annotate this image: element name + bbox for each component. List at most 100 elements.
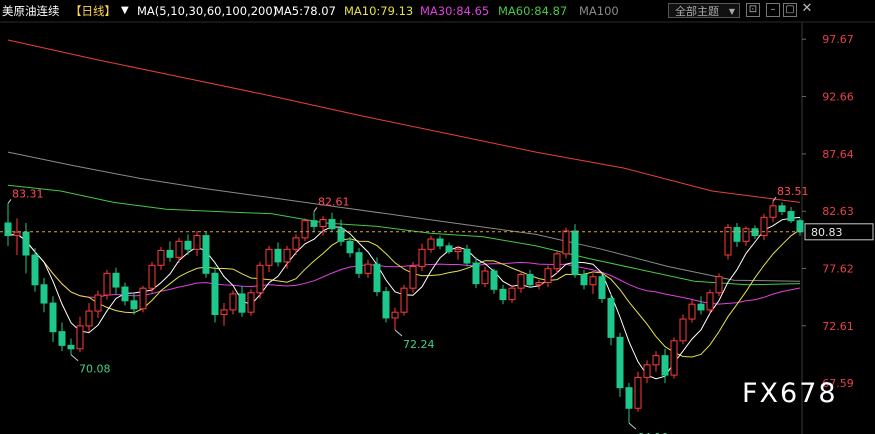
candle-up — [283, 248, 291, 263]
candle-up — [634, 376, 642, 409]
candle-up — [220, 309, 228, 315]
candle-up — [139, 287, 147, 310]
candle-up — [103, 272, 111, 296]
candle-up — [742, 228, 750, 242]
candle-up — [247, 292, 255, 313]
candle-up — [427, 238, 435, 250]
watermark: FX678 — [742, 378, 838, 409]
candle-up — [301, 220, 309, 239]
candle-down — [58, 331, 66, 346]
candlestick-chart[interactable]: 97.6792.6687.6482.6377.6272.6167.5980.83… — [0, 0, 875, 434]
extreme-pointer — [70, 354, 79, 362]
candle-up — [13, 231, 21, 237]
candle-down — [616, 336, 624, 389]
candle-up — [175, 240, 183, 258]
candle-up — [229, 293, 237, 311]
candle-up — [76, 325, 84, 350]
candle-up — [148, 264, 156, 289]
candle-down — [382, 291, 390, 319]
candle-up — [256, 264, 264, 294]
candle-up — [688, 303, 696, 320]
candle-down — [121, 286, 129, 302]
candle-up — [670, 340, 678, 376]
candle-down — [499, 288, 507, 301]
y-tick-label: 92.66 — [822, 91, 854, 104]
candle-up — [94, 294, 102, 312]
candle-up — [508, 287, 516, 301]
candle-down — [778, 205, 786, 213]
y-tick-label: 72.61 — [822, 320, 854, 333]
candle-down — [130, 300, 138, 310]
ma200-line — [7, 39, 801, 203]
candle-down — [238, 293, 246, 313]
candle-up — [319, 219, 327, 227]
candle-up — [391, 311, 399, 319]
candle-up — [454, 248, 462, 253]
candle-up — [292, 237, 300, 250]
candle-down — [310, 220, 318, 227]
candle-up — [589, 276, 597, 286]
candle-down — [67, 344, 75, 350]
candle-up — [652, 355, 660, 366]
ma60-line — [7, 184, 801, 286]
low-label: 72.24 — [403, 338, 435, 351]
candle-down — [274, 248, 282, 263]
high-label: 82.61 — [318, 195, 350, 208]
candle-up — [85, 310, 93, 327]
candle-down — [526, 273, 534, 286]
candle-up — [544, 268, 552, 283]
candle-down — [31, 254, 39, 286]
candle-down — [328, 219, 336, 230]
candle-down — [787, 211, 795, 222]
candle-down — [373, 263, 381, 293]
candle-down — [436, 238, 444, 247]
candle-down — [355, 252, 363, 274]
extreme-pointer — [628, 422, 637, 430]
candle-down — [661, 355, 669, 376]
candle-down — [607, 297, 615, 338]
candle-up — [706, 292, 714, 311]
candle-down — [40, 284, 48, 304]
candle-down — [202, 235, 210, 274]
candle-down — [211, 272, 219, 315]
candle-down — [346, 240, 354, 254]
extreme-pointer — [7, 199, 12, 204]
candle-down — [445, 245, 453, 253]
candle-up — [715, 276, 723, 294]
candle-down — [598, 276, 606, 299]
candle-up — [760, 216, 768, 237]
candle-down — [571, 230, 579, 275]
candle-up — [679, 318, 687, 342]
candle-down — [4, 222, 12, 237]
candle-up — [517, 273, 525, 289]
extreme-pointer — [313, 207, 318, 212]
candle-down — [697, 303, 705, 311]
candle-up — [193, 235, 201, 250]
y-tick-label: 87.64 — [822, 148, 854, 161]
candle-down — [733, 227, 741, 242]
ma100-line — [7, 151, 801, 282]
candle-down — [166, 249, 174, 258]
candle-up — [481, 270, 489, 285]
candle-down — [49, 302, 57, 333]
y-tick-label: 77.62 — [822, 263, 854, 276]
high-label: 83.31 — [12, 187, 44, 200]
candle-down — [337, 228, 345, 242]
candle-down — [796, 220, 804, 233]
candle-up — [157, 249, 165, 266]
candle-up — [535, 281, 543, 286]
candle-up — [562, 230, 570, 255]
y-tick-label: 97.67 — [822, 33, 854, 46]
high-label: 83.51 — [777, 185, 809, 198]
candle-down — [184, 240, 192, 250]
y-tick-label: 82.63 — [822, 205, 854, 218]
candle-up — [769, 205, 777, 218]
candle-down — [22, 231, 30, 256]
candle-down — [490, 270, 498, 290]
extreme-pointer — [394, 329, 403, 337]
candle-down — [472, 262, 480, 285]
candle-up — [364, 263, 372, 274]
candle-up — [400, 287, 408, 313]
candle-down — [580, 273, 588, 286]
candle-up — [418, 248, 426, 267]
